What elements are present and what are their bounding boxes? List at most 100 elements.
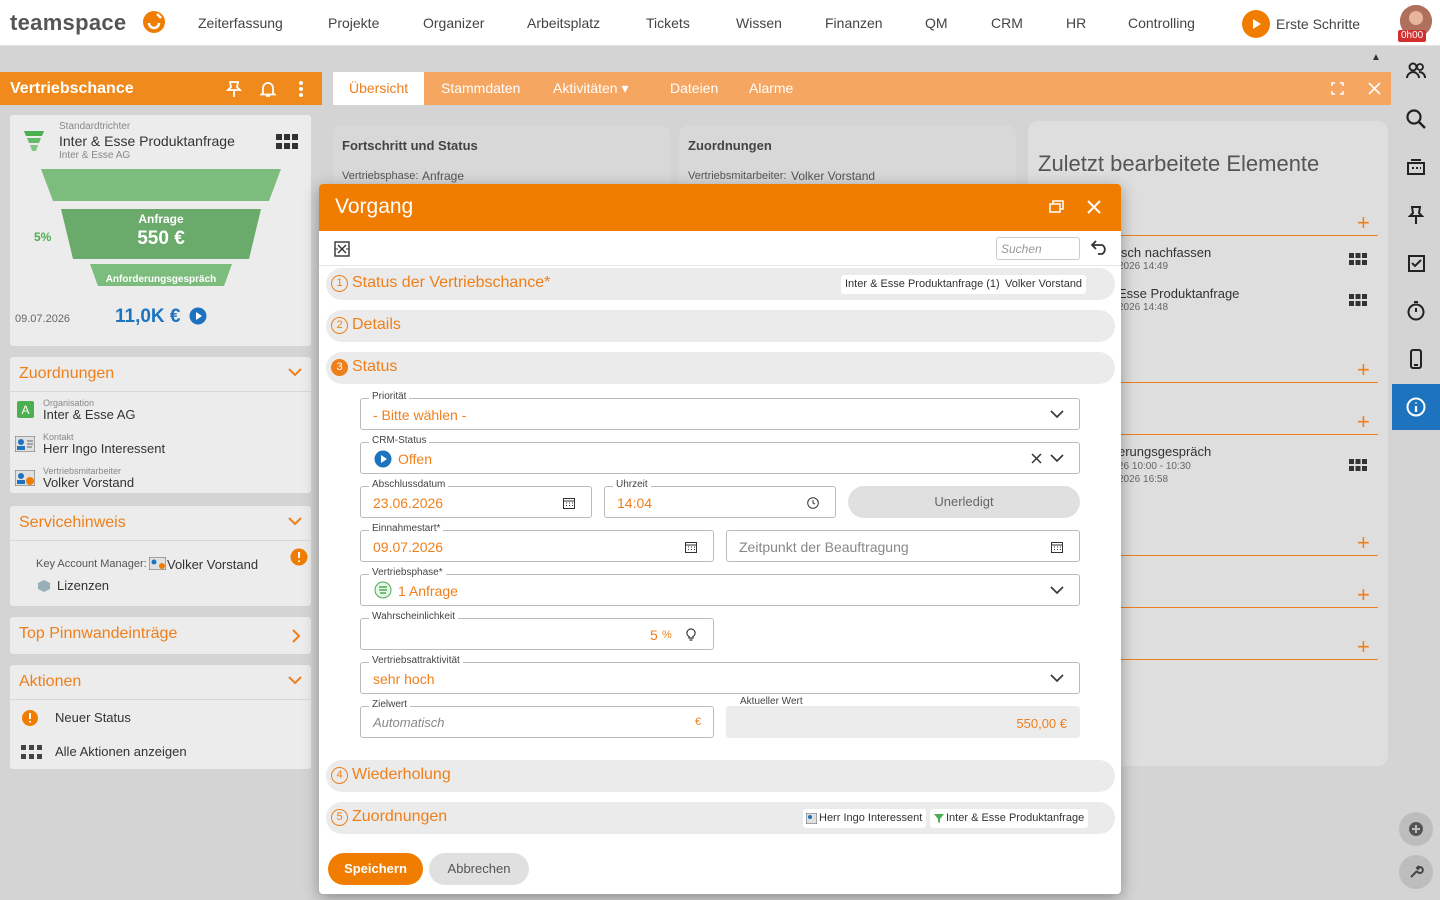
stopwatch-icon[interactable] (1392, 288, 1440, 334)
unerledigt-button[interactable]: Unerledigt (848, 486, 1080, 518)
chevron-down-icon[interactable] (1050, 410, 1064, 419)
crm-status-select[interactable]: CRM-Status Offen (360, 435, 1080, 474)
linked-opportunity-chip[interactable]: Inter & Esse Produktanfrage (1) (841, 275, 1004, 294)
grid-menu-icon[interactable] (1349, 294, 1367, 307)
contacts-icon[interactable] (1392, 48, 1440, 94)
add-icon[interactable]: + (1357, 359, 1370, 381)
settings-wrench-icon[interactable] (1399, 855, 1433, 889)
bell-icon[interactable] (259, 80, 277, 98)
tasks-icon[interactable] (1392, 240, 1440, 286)
pin-icon[interactable] (226, 80, 242, 98)
collapse-up-icon[interactable]: ▲ (1371, 52, 1381, 63)
nav-controlling[interactable]: Controlling (1128, 15, 1195, 31)
commission-date-field[interactable]: Zeitpunkt der Beauftragung (726, 530, 1080, 562)
nav-tickets[interactable]: Tickets (646, 15, 690, 31)
nav-projekte[interactable]: Projekte (328, 15, 379, 31)
first-steps-button[interactable]: Erste Schritte (1242, 10, 1360, 38)
chevron-down-icon[interactable] (1050, 454, 1064, 463)
lightbulb-icon[interactable] (686, 628, 696, 641)
more-vertical-icon[interactable] (298, 80, 304, 98)
section-repetition[interactable]: 4 Wiederholung (326, 760, 1115, 792)
calendar-icon[interactable] (563, 497, 575, 509)
calendar-icon[interactable] (1051, 541, 1063, 553)
target-value-field[interactable]: Zielwert Automatisch € (360, 699, 714, 738)
action-show-all[interactable]: Alle Aktionen anzeigen (55, 744, 187, 759)
priority-select[interactable]: Priorität - Bitte wählen - (360, 391, 1080, 430)
clear-icon[interactable] (1031, 453, 1042, 464)
chevron-down-icon[interactable] (1050, 674, 1064, 683)
dialog-search-input[interactable]: Suchen (996, 237, 1080, 260)
add-icon[interactable]: + (1357, 636, 1370, 658)
contact-value[interactable]: Herr Ingo Interessent (43, 441, 165, 456)
recent-item[interactable]: erungsgespräch (1118, 444, 1211, 459)
action-new-status[interactable]: Neuer Status (55, 710, 131, 725)
section-assignments[interactable]: 5 Zuordnungen Herr Ingo Interessent Inte… (326, 802, 1115, 834)
pinboard-title[interactable]: Top Pinnwandeinträge (19, 625, 177, 643)
tab-files[interactable]: Dateien (670, 80, 718, 96)
add-widget-icon[interactable] (1399, 812, 1433, 846)
add-icon[interactable]: + (1357, 411, 1370, 433)
nav-organizer[interactable]: Organizer (423, 15, 484, 31)
timer-badge[interactable]: 0h00 (1398, 30, 1427, 42)
probability-field[interactable]: Wahrscheinlichkeit 5 % (360, 611, 714, 650)
add-icon[interactable]: + (1357, 532, 1370, 554)
restore-window-icon[interactable] (1049, 200, 1064, 213)
nav-arbeitsplatz[interactable]: Arbeitsplatz (527, 15, 600, 31)
organisation-value[interactable]: Inter & Esse AG (43, 407, 136, 422)
nav-hr[interactable]: HR (1066, 15, 1086, 31)
info-icon[interactable] (1392, 384, 1440, 430)
licenses-label[interactable]: Lizenzen (57, 578, 109, 593)
grid-menu-icon[interactable] (276, 134, 298, 150)
undo-icon[interactable] (1091, 240, 1108, 255)
pinboard-card[interactable]: Top Pinnwandeinträge (10, 617, 311, 654)
revenue-start-field[interactable]: Einnahmestart* 09.07.2026 (360, 523, 714, 562)
tab-overview[interactable]: Übersicht (333, 72, 425, 105)
nav-qm[interactable]: QM (925, 15, 948, 31)
chevron-down-icon[interactable] (288, 517, 302, 526)
time-field[interactable]: Uhrzeit 14:04 (604, 479, 836, 518)
chevron-down-icon[interactable] (288, 676, 302, 685)
grid-menu-icon[interactable] (1349, 459, 1367, 472)
service-title[interactable]: Servicehinweis (19, 514, 126, 532)
linked-opportunity-chip[interactable]: Inter & Esse Produktanfrage (930, 809, 1089, 828)
close-date-field[interactable]: Abschlussdatum 23.06.2026 (360, 479, 592, 518)
app-logo[interactable]: teamspace (10, 10, 126, 36)
chevron-down-icon[interactable] (1050, 586, 1064, 595)
save-button[interactable]: Speichern (328, 853, 423, 885)
recent-item[interactable]: Esse Produktanfrage (1118, 286, 1239, 301)
section-status[interactable]: 3 Status (326, 352, 1115, 384)
close-icon[interactable] (1368, 82, 1381, 95)
section-details[interactable]: 2 Details (326, 310, 1115, 342)
clock-icon[interactable] (807, 497, 819, 509)
linked-sales-rep-chip[interactable]: Volker Vorstand (1001, 275, 1087, 294)
cancel-button[interactable]: Abbrechen (429, 853, 529, 885)
inbox-icon[interactable] (1392, 144, 1440, 190)
close-icon[interactable] (1087, 200, 1101, 214)
add-icon[interactable]: + (1357, 584, 1370, 606)
attractiveness-select[interactable]: Vertriebsattraktivität sehr hoch (360, 655, 1080, 694)
assignments-title[interactable]: Zuordnungen (19, 365, 114, 383)
nav-wissen[interactable]: Wissen (736, 15, 782, 31)
section-sales-status[interactable]: 1 Status der Vertriebschance* Inter & Es… (326, 268, 1115, 300)
grid-menu-icon[interactable] (1349, 253, 1367, 266)
actions-title[interactable]: Aktionen (19, 673, 81, 691)
expand-icon[interactable] (1331, 82, 1344, 95)
chevron-right-icon[interactable] (292, 629, 301, 643)
kam-value[interactable]: Volker Vorstand (167, 557, 258, 572)
recent-item[interactable]: isch nachfassen (1118, 245, 1211, 260)
tab-activities[interactable]: Aktivitäten ▾ (553, 80, 629, 97)
add-icon[interactable]: + (1357, 212, 1370, 234)
nav-crm[interactable]: CRM (991, 15, 1023, 31)
search-icon[interactable] (1392, 96, 1440, 142)
calendar-icon[interactable] (685, 541, 697, 553)
chevron-down-icon[interactable] (288, 368, 302, 377)
linked-contact-chip[interactable]: Herr Ingo Interessent (803, 809, 927, 828)
mobile-icon[interactable] (1392, 336, 1440, 382)
sales-phase-select[interactable]: Vertriebsphase* 1 Anfrage (360, 567, 1080, 606)
nav-zeiterfassung[interactable]: Zeiterfassung (198, 15, 283, 31)
pin-icon[interactable] (1392, 192, 1440, 238)
sales-rep-value[interactable]: Volker Vorstand (43, 475, 134, 490)
excel-export-icon[interactable] (334, 241, 350, 257)
tab-master-data[interactable]: Stammdaten (441, 80, 520, 96)
funnel-name[interactable]: Inter & Esse Produktanfrage (59, 133, 235, 149)
